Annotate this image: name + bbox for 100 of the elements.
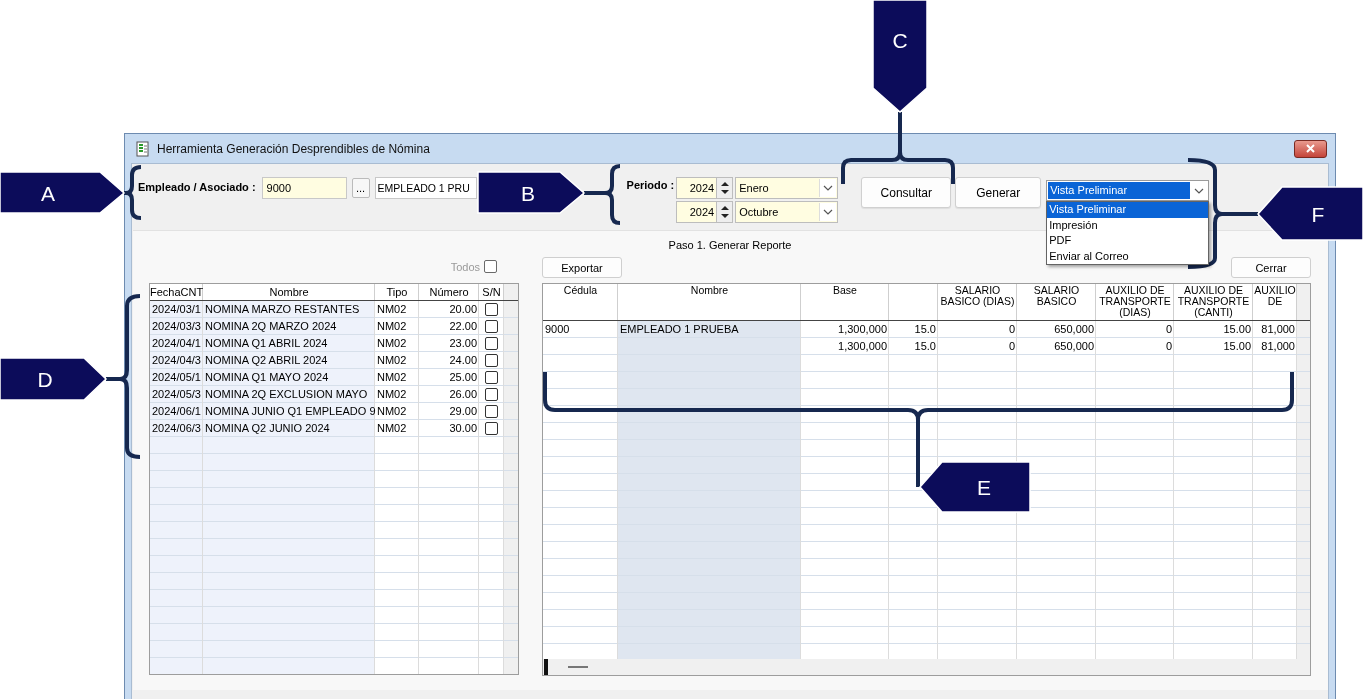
- table-cell-text: NM02: [376, 387, 408, 402]
- table-cell-text: 1,300,000: [837, 339, 888, 354]
- column-header: Tipo: [385, 285, 409, 300]
- row-checkbox[interactable]: [485, 404, 498, 418]
- output-dropdown[interactable]: Vista Preliminar: [1046, 180, 1210, 201]
- column-header: SALARIO BASICO: [1032, 284, 1081, 309]
- year-field[interactable]: 2024: [676, 201, 717, 223]
- table-cell-text: NOMINA 2Q EXCLUSION MAYO: [204, 387, 369, 402]
- table-cell-text: 2024/04/1: [151, 336, 202, 351]
- table-cell-text: NM02: [376, 353, 408, 368]
- export-button[interactable]: Exportar: [542, 257, 622, 278]
- month-dropdown[interactable]: Octubre: [735, 201, 839, 223]
- row-checkbox[interactable]: [485, 370, 498, 384]
- close-icon: [1305, 143, 1316, 154]
- table-cell-text: NM02: [376, 404, 408, 419]
- row-checkbox[interactable]: [485, 387, 498, 401]
- table-cell-text: 15.0: [913, 322, 937, 337]
- table-cell-text: 650,000: [1053, 339, 1095, 354]
- table-cell-text: 25.00: [448, 370, 478, 385]
- column-header: SALARIO BASICO (DIAS): [939, 284, 1016, 309]
- table-cell-text: 2024/06/1: [151, 404, 202, 419]
- table-cell-text: 81,000: [1260, 322, 1296, 337]
- row-checkbox[interactable]: [485, 336, 498, 350]
- table-cell-text: 2024/05/3: [151, 387, 202, 402]
- table-cell-text: 81,000: [1260, 339, 1296, 354]
- table-cell-text: NOMINA Q2 ABRIL 2024: [204, 353, 329, 368]
- spin-buttons[interactable]: [716, 201, 734, 223]
- column-header: Cédula: [562, 284, 599, 298]
- column-header: FechaCNT: [150, 285, 203, 300]
- table-cell-text: 0: [1164, 339, 1173, 354]
- column-header: Base: [832, 284, 858, 298]
- row-checkbox[interactable]: [485, 353, 498, 367]
- table-cell-text: 650,000: [1053, 322, 1095, 337]
- callout-letter: F: [1311, 203, 1325, 226]
- browse-button[interactable]: ...: [351, 178, 370, 198]
- callout-letter: D: [37, 368, 53, 391]
- row-checkbox[interactable]: [485, 319, 498, 333]
- column-header: Nombre: [268, 285, 310, 300]
- close-button[interactable]: Cerrar: [1231, 257, 1311, 278]
- bracket-line: [582, 164, 622, 225]
- table-cell-text: 0: [1164, 322, 1173, 337]
- month-dropdown[interactable]: Enero: [735, 177, 839, 199]
- table-cell-text: NOMINA 2Q MARZO 2024: [204, 319, 338, 334]
- table-cell-text: 15.0: [913, 339, 937, 354]
- year-field[interactable]: 2024: [676, 177, 717, 199]
- callout-letter: C: [892, 29, 908, 52]
- window-title: Herramienta Generación Desprendibles de Nómina: [157, 141, 430, 156]
- table-cell-text: NOMINA Q2 JUNIO 2024: [204, 421, 331, 436]
- table-cell-text: 2024/03/3: [151, 319, 202, 334]
- table-cell-text: 29.00: [448, 404, 478, 419]
- close-button[interactable]: [1294, 139, 1327, 158]
- column-header: AUXILIO DE: [1253, 284, 1297, 309]
- callout-letter: A: [41, 182, 55, 205]
- row-checkbox[interactable]: [485, 421, 498, 435]
- column-header: AUXILIO DE TRANSPORTE (DIAS): [1098, 284, 1172, 320]
- action-button[interactable]: Consultar: [861, 177, 952, 208]
- table-cell-text: 2024/03/1: [151, 302, 202, 317]
- table-cell-text: NOMINA JUNIO Q1 EMPLEADO 9: [204, 404, 375, 419]
- table-cell-text: 0: [1007, 322, 1016, 337]
- step-title: Paso 1. Generar Reporte: [668, 239, 792, 251]
- callout-letter: B: [521, 182, 535, 205]
- dropdown-option[interactable]: Enviar al Correo: [1047, 248, 1209, 264]
- table-cell-text: 20.00: [448, 302, 478, 317]
- table-cell-text: NM02: [376, 336, 408, 351]
- table-cell-text: 15.00: [1222, 322, 1252, 337]
- employee-label: Empleado / Asociado :: [138, 181, 256, 193]
- action-button[interactable]: Generar: [955, 177, 1042, 208]
- table-cell-text: NM02: [376, 319, 408, 334]
- table-cell-text: NM02: [376, 370, 408, 385]
- dropdown-option[interactable]: PDF: [1047, 233, 1209, 249]
- table-cell-text: 2024/05/1: [151, 370, 202, 385]
- table-cell-text: NM02: [376, 302, 408, 317]
- table-cell-text: 24.00: [448, 353, 478, 368]
- horizontal-scrollbar[interactable]: [543, 659, 1310, 675]
- callout-letter: E: [977, 476, 991, 499]
- table-cell-text: 0: [1007, 339, 1016, 354]
- period-label: Periodo :: [626, 179, 675, 193]
- table-cell-text: 22.00: [448, 319, 478, 334]
- column-header: Nombre: [689, 284, 730, 298]
- table-cell-text: 1,300,000: [837, 322, 888, 337]
- dropdown-option[interactable]: Impresión: [1047, 217, 1209, 233]
- column-header: Número: [428, 285, 470, 300]
- table-cell-text: 26.00: [448, 387, 478, 402]
- table-cell-text: NOMINA MARZO RESTANTES: [204, 302, 361, 317]
- table-cell-text: 23.00: [448, 336, 478, 351]
- spin-buttons[interactable]: [716, 177, 734, 199]
- table-cell-text: NOMINA Q1 MAYO 2024: [204, 370, 330, 385]
- table-cell-text: NOMINA Q1 ABRIL 2024: [204, 336, 329, 351]
- employee-code-field[interactable]: 9000: [261, 177, 347, 199]
- table-cell-text: 15.00: [1222, 339, 1252, 354]
- column-header: S/N: [481, 285, 502, 300]
- table-cell-text: EMPLEADO 1 PRUEBA: [619, 322, 740, 337]
- dropdown-option[interactable]: Vista Preliminar: [1047, 202, 1209, 218]
- column-header: AUXILIO DE TRANSPORTE (CANTI): [1176, 284, 1251, 320]
- row-checkbox[interactable]: [485, 302, 498, 316]
- select-all-label: Todos: [450, 260, 480, 273]
- table-cell-text: 30.00: [448, 421, 478, 436]
- table-cell-text: 9000: [544, 322, 571, 337]
- spreadsheet-icon: [135, 140, 151, 157]
- employee-name-field[interactable]: EMPLEADO 1 PRU: [374, 177, 477, 199]
